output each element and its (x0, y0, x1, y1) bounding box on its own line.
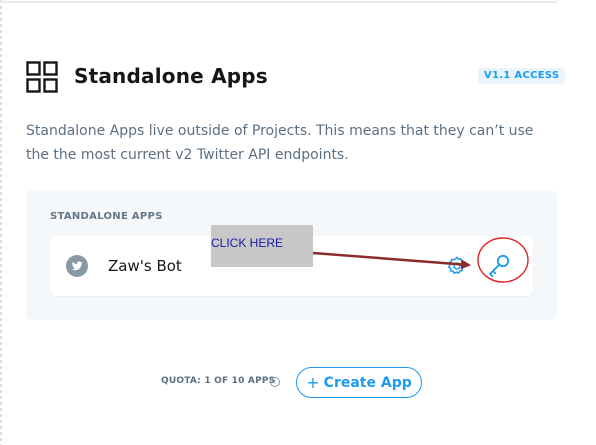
plus-icon: + (306, 372, 320, 392)
panel-label: STANDALONE APPS (50, 211, 163, 222)
create-app-label: Create App (323, 374, 412, 391)
section-description: Standalone Apps live outside of Projects… (26, 123, 534, 163)
quota-label: QUOTA: 1 OF 10 APPS (161, 376, 276, 386)
grid-icon (26, 61, 58, 93)
create-app-button[interactable]: + Create App (296, 367, 422, 398)
section-title: Standalone Apps (74, 64, 268, 88)
app-name[interactable]: Zaw's Bot (108, 257, 182, 275)
settings-icon[interactable] (446, 255, 468, 277)
info-icon[interactable]: i (270, 377, 280, 387)
twitter-icon (66, 255, 88, 277)
annotation-callout: CLICK HERE (211, 225, 313, 267)
annotation-text: CLICK HERE (211, 236, 284, 250)
key-icon[interactable] (486, 253, 512, 279)
access-badge: V1.1 ACCESS (478, 68, 566, 84)
top-divider (0, 0, 557, 3)
dashed-border (0, 0, 2, 445)
